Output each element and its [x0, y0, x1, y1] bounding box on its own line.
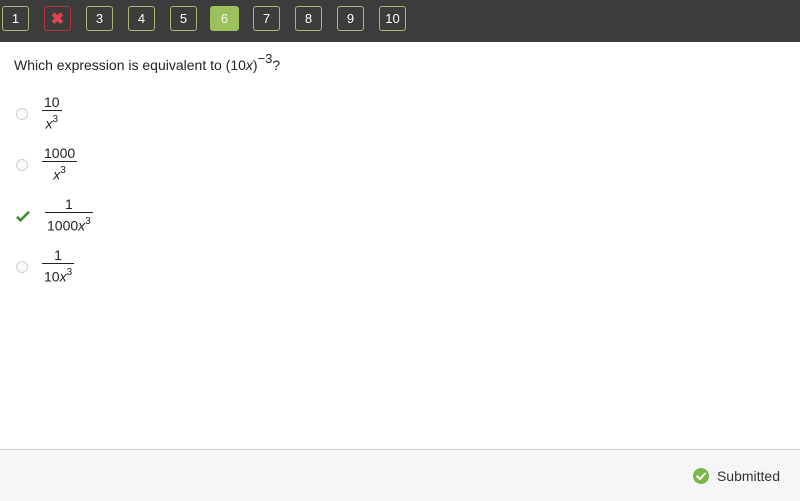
- radio-icon[interactable]: [16, 261, 28, 273]
- numerator: 1000: [44, 145, 76, 161]
- denominator: x3: [53, 165, 66, 183]
- question-nav-10[interactable]: 10: [379, 6, 406, 31]
- answer-option-2[interactable]: [16, 159, 28, 171]
- radio-icon[interactable]: [16, 108, 28, 120]
- question-variable: x: [245, 57, 253, 73]
- answer-option-3-expression[interactable]: 1 1000x3: [45, 197, 93, 234]
- question-close-paren: ): [252, 57, 258, 73]
- answer-option-3-selected[interactable]: [16, 210, 31, 224]
- question-nav-1[interactable]: 1: [2, 6, 29, 31]
- question-nav-2-incorrect[interactable]: ✖: [44, 6, 71, 31]
- denominator: 1000x3: [47, 216, 91, 234]
- question-nav-8[interactable]: 8: [295, 6, 322, 31]
- question-nav-6-current[interactable]: 6: [210, 6, 239, 31]
- question-text: Which expression is equivalent to (10x)−…: [14, 51, 281, 73]
- question-exponent: −3: [257, 51, 273, 66]
- answer-option-1[interactable]: [16, 108, 28, 120]
- question-prefix: Which expression is equivalent to (10: [14, 57, 246, 73]
- status-text: Submitted: [716, 468, 780, 484]
- answer-option-1-expression[interactable]: 10 x3: [42, 95, 62, 132]
- numerator: 1: [54, 247, 62, 263]
- footer-bar: Submitted: [0, 449, 800, 501]
- question-nav-4[interactable]: 4: [128, 6, 155, 31]
- numerator: 10: [44, 94, 60, 110]
- denominator: 10x3: [44, 267, 73, 285]
- numerator: 1: [64, 196, 73, 212]
- question-nav-9[interactable]: 9: [337, 6, 364, 31]
- denominator: x3: [45, 114, 59, 132]
- checkmark-icon: [16, 211, 30, 222]
- answer-option-2-expression[interactable]: 1000 x3: [42, 145, 78, 183]
- question-navigation-bar: 1 ✖ 3 4 5 6 7 8 9 10: [0, 0, 800, 42]
- question-nav-5[interactable]: 5: [170, 6, 197, 31]
- x-mark-icon: ✖: [50, 10, 65, 28]
- answer-option-4-expression[interactable]: 1 10x3: [42, 247, 75, 285]
- answer-option-4[interactable]: [16, 261, 28, 273]
- question-suffix: ?: [272, 57, 281, 73]
- submission-status: Submitted: [692, 468, 780, 484]
- question-nav-3[interactable]: 3: [86, 6, 113, 31]
- radio-icon[interactable]: [16, 159, 28, 171]
- question-nav-7[interactable]: 7: [253, 6, 280, 31]
- check-circle-icon: [692, 468, 709, 484]
